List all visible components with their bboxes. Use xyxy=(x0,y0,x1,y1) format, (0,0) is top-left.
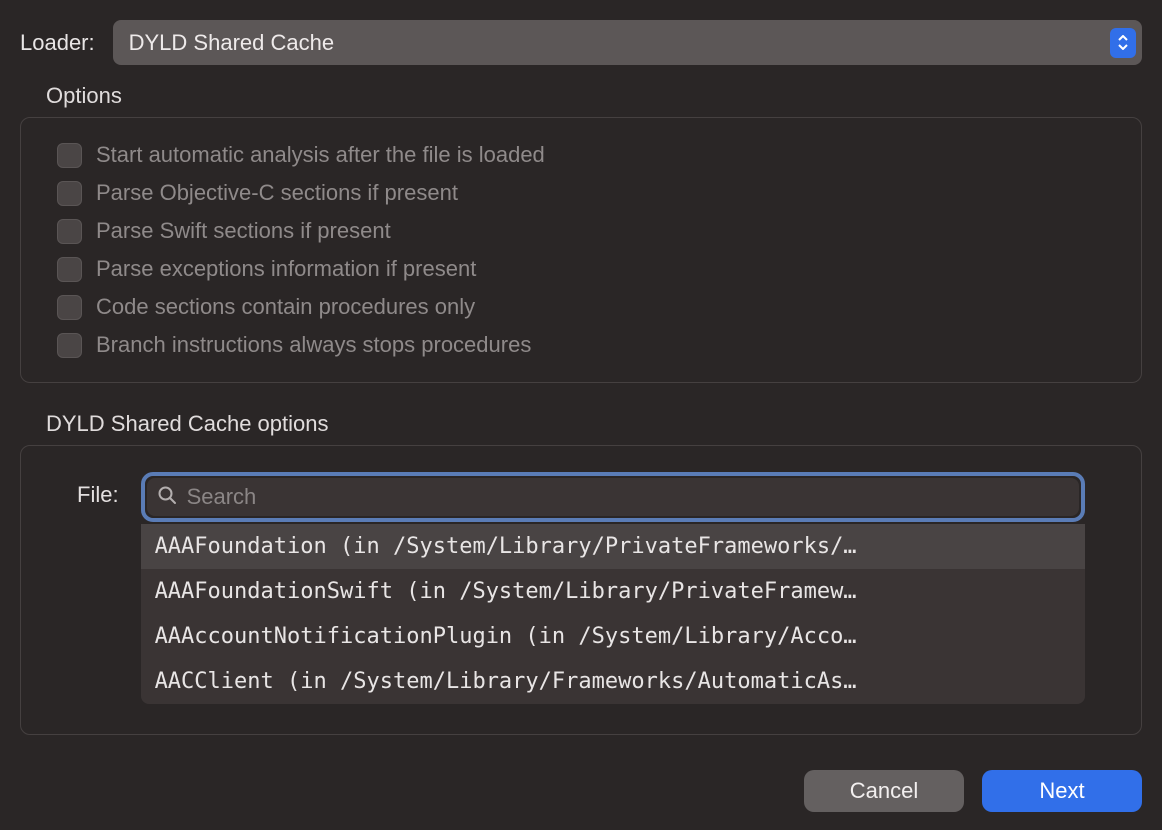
file-item[interactable]: AAAFoundation (in /System/Library/Privat… xyxy=(141,524,1085,569)
search-field xyxy=(147,478,1079,516)
checkbox-branch-stops[interactable] xyxy=(57,333,82,358)
option-row: Code sections contain procedures only xyxy=(57,294,1105,320)
file-list[interactable]: AAAFoundation (in /System/Library/Privat… xyxy=(141,524,1085,704)
checkbox-label: Parse exceptions information if present xyxy=(96,256,476,282)
checkbox-label: Branch instructions always stops procedu… xyxy=(96,332,531,358)
options-group: Start automatic analysis after the file … xyxy=(20,117,1142,383)
search-icon xyxy=(157,485,177,510)
search-input[interactable] xyxy=(187,484,1069,510)
checkbox-label: Parse Swift sections if present xyxy=(96,218,391,244)
checkbox-parse-exceptions[interactable] xyxy=(57,257,82,282)
footer-buttons: Cancel Next xyxy=(804,770,1142,812)
loader-select[interactable]: DYLD Shared Cache xyxy=(113,20,1142,65)
cancel-button[interactable]: Cancel xyxy=(804,770,964,812)
dyld-options-title: DYLD Shared Cache options xyxy=(46,411,1142,437)
option-row: Parse Swift sections if present xyxy=(57,218,1105,244)
checkbox-label: Code sections contain procedures only xyxy=(96,294,475,320)
file-item[interactable]: AAAFoundationSwift (in /System/Library/P… xyxy=(141,569,1085,614)
loader-row: Loader: DYLD Shared Cache xyxy=(20,20,1142,65)
file-item[interactable]: AAAccountNotificationPlugin (in /System/… xyxy=(141,614,1085,659)
option-row: Parse exceptions information if present xyxy=(57,256,1105,282)
checkbox-label: Start automatic analysis after the file … xyxy=(96,142,545,168)
loader-label: Loader: xyxy=(20,30,95,56)
dyld-options-group: File: AAAFoundation (in /System/Library/… xyxy=(20,445,1142,735)
file-row: File: AAAFoundation (in /System/Library/… xyxy=(77,468,1085,704)
updown-arrows-icon xyxy=(1110,28,1136,58)
option-row: Start automatic analysis after the file … xyxy=(57,142,1105,168)
checkbox-code-procedures[interactable] xyxy=(57,295,82,320)
file-item[interactable]: AACClient (in /System/Library/Frameworks… xyxy=(141,659,1085,704)
search-field-wrapper xyxy=(141,472,1085,522)
options-title: Options xyxy=(46,83,1142,109)
checkbox-parse-objc[interactable] xyxy=(57,181,82,206)
file-label: File: xyxy=(77,482,119,508)
checkbox-label: Parse Objective-C sections if present xyxy=(96,180,458,206)
option-row: Parse Objective-C sections if present xyxy=(57,180,1105,206)
file-stack: AAAFoundation (in /System/Library/Privat… xyxy=(141,472,1085,704)
loader-select-value: DYLD Shared Cache xyxy=(129,30,334,56)
checkbox-parse-swift[interactable] xyxy=(57,219,82,244)
next-button[interactable]: Next xyxy=(982,770,1142,812)
option-row: Branch instructions always stops procedu… xyxy=(57,332,1105,358)
checkbox-auto-analysis[interactable] xyxy=(57,143,82,168)
